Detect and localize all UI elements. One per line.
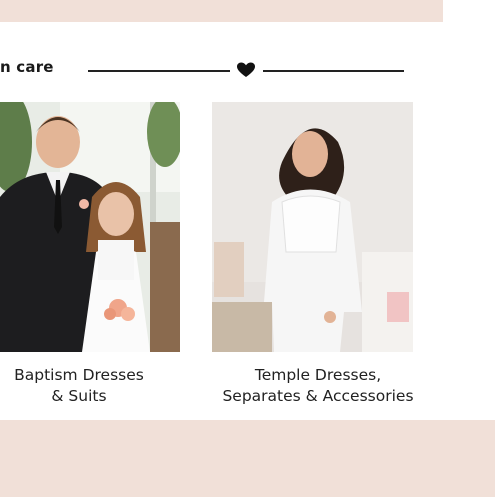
baptism-card-image[interactable] [0, 102, 180, 352]
bottom-banner [0, 420, 495, 497]
caption-line: & Suits [51, 387, 107, 405]
heading-divider-left [88, 70, 230, 72]
caption-line: Separates & Accessories [222, 387, 414, 405]
temple-card-image[interactable] [212, 102, 413, 352]
section-heading: n care [0, 58, 54, 76]
caption-line: Baptism Dresses [14, 366, 144, 384]
heart-icon [237, 62, 255, 77]
temple-card-caption[interactable]: Temple Dresses, Separates & Accessories [210, 365, 426, 407]
caption-line: Temple Dresses, [254, 366, 382, 384]
baptism-card-caption[interactable]: Baptism Dresses & Suits [0, 365, 158, 407]
heading-divider-right [263, 70, 404, 72]
top-banner [0, 0, 443, 22]
